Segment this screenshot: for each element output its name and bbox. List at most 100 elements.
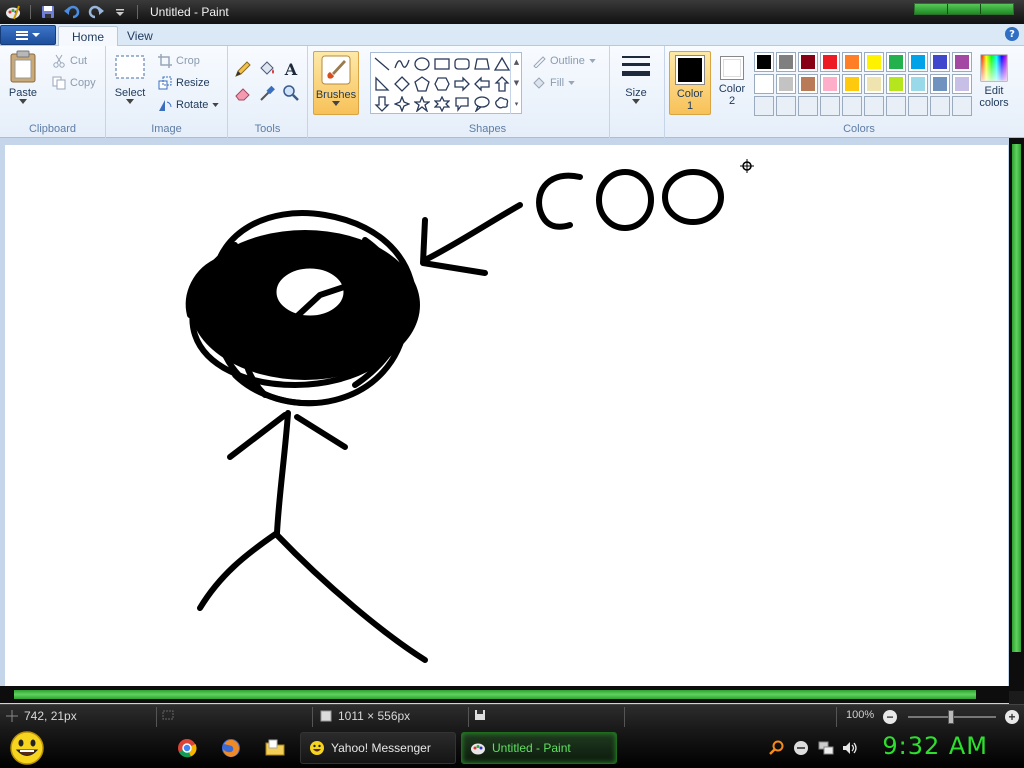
custom-color-slot[interactable] [798, 96, 818, 116]
color-swatch[interactable] [842, 74, 862, 94]
gallery-expand-icon[interactable]: ▾ [515, 100, 519, 108]
vertical-scrollbar[interactable] [1009, 138, 1024, 691]
custom-color-slot[interactable] [842, 96, 862, 116]
start-button[interactable] [8, 731, 46, 765]
triangle-shape-icon[interactable] [492, 54, 512, 74]
color-swatch[interactable] [930, 74, 950, 94]
customize-qat-icon[interactable] [111, 3, 129, 21]
magnifier-icon[interactable] [280, 82, 302, 104]
rounded-callout-shape-icon[interactable] [452, 94, 472, 114]
custom-color-slot[interactable] [820, 96, 840, 116]
outline-button[interactable]: Outline [532, 52, 596, 70]
paste-button[interactable]: Paste [8, 50, 38, 104]
pencil-icon[interactable] [232, 58, 254, 80]
horizontal-scrollbar[interactable] [0, 686, 1009, 703]
text-icon[interactable]: A [280, 58, 302, 80]
undo-icon[interactable] [63, 3, 81, 21]
color2-button[interactable]: Color 2 [714, 56, 750, 107]
right-arrow-shape-icon[interactable] [452, 74, 472, 94]
minimize-button[interactable] [915, 4, 948, 14]
zoom-slider-thumb[interactable] [948, 710, 954, 724]
scroll-down-icon[interactable]: ▼ [514, 79, 519, 87]
color-swatch[interactable] [754, 74, 774, 94]
color-swatch[interactable] [952, 74, 972, 94]
color-swatch[interactable] [886, 52, 906, 72]
color-swatch[interactable] [754, 52, 774, 72]
down-arrow-shape-icon[interactable] [372, 94, 392, 114]
color-swatch[interactable] [908, 74, 928, 94]
custom-color-slot[interactable] [864, 96, 884, 116]
rounded-rectangle-shape-icon[interactable] [452, 54, 472, 74]
fill-icon[interactable] [256, 58, 278, 80]
taskbar-clock[interactable]: 9:32 AM [882, 732, 988, 760]
color-swatch[interactable] [820, 52, 840, 72]
color-swatch[interactable] [930, 52, 950, 72]
redo-icon[interactable] [87, 3, 105, 21]
size-button[interactable]: Size [618, 50, 654, 104]
rotate-button[interactable]: Rotate [158, 96, 220, 114]
chrome-icon[interactable] [177, 738, 197, 758]
paint-app-icon[interactable] [4, 3, 22, 21]
custom-color-slot[interactable] [908, 96, 928, 116]
zoom-out-button[interactable]: − [883, 710, 897, 724]
help-icon[interactable]: ? [1005, 27, 1019, 41]
horizontal-scroll-thumb[interactable] [14, 690, 976, 699]
custom-color-slot[interactable] [776, 96, 796, 116]
right-triangle-shape-icon[interactable] [372, 74, 392, 94]
search-icon[interactable] [768, 740, 784, 756]
oval-callout-shape-icon[interactable] [472, 94, 492, 114]
close-button[interactable] [981, 4, 1013, 14]
vertical-scroll-thumb[interactable] [1012, 144, 1021, 652]
taskbar-button-yahoo-messenger[interactable]: Yahoo! Messenger [300, 732, 456, 764]
color-swatch[interactable] [798, 52, 818, 72]
cloud-callout-shape-icon[interactable] [492, 94, 512, 114]
color1-button[interactable]: Color 1 [669, 51, 711, 115]
line-shape-icon[interactable] [372, 54, 392, 74]
save-icon[interactable] [39, 3, 57, 21]
scroll-up-icon[interactable]: ▲ [514, 58, 519, 66]
drawing-canvas[interactable] [5, 145, 1008, 686]
color-swatch[interactable] [864, 52, 884, 72]
network-icon[interactable] [818, 740, 834, 756]
eraser-icon[interactable] [232, 82, 254, 104]
edit-colors-button[interactable]: Edit colors [974, 54, 1014, 109]
six-point-star-shape-icon[interactable] [432, 94, 452, 114]
paint-menu-button[interactable] [0, 25, 56, 45]
tab-home[interactable]: Home [58, 26, 119, 47]
color-swatch[interactable] [864, 74, 884, 94]
custom-color-slot[interactable] [754, 96, 774, 116]
volume-icon[interactable] [842, 740, 858, 756]
up-arrow-shape-icon[interactable] [492, 74, 512, 94]
custom-color-slot[interactable] [886, 96, 906, 116]
hexagon-shape-icon[interactable] [432, 74, 452, 94]
oval-shape-icon[interactable] [412, 54, 432, 74]
four-point-star-shape-icon[interactable] [392, 94, 412, 114]
rectangle-shape-icon[interactable] [432, 54, 452, 74]
color-swatch[interactable] [842, 52, 862, 72]
explorer-folder-icon[interactable] [265, 738, 285, 758]
resize-button[interactable]: Resize [158, 74, 210, 92]
fill-style-button[interactable]: Fill [532, 74, 575, 92]
color-swatch[interactable] [886, 74, 906, 94]
taskbar-button-paint[interactable]: Untitled - Paint [461, 732, 617, 764]
color-swatch[interactable] [776, 74, 796, 94]
brushes-button[interactable]: Brushes [313, 51, 359, 115]
firefox-icon[interactable] [221, 738, 241, 758]
shapes-scrollbar[interactable]: ▲ ▼ ▾ [510, 52, 522, 114]
color-swatch[interactable] [908, 52, 928, 72]
five-point-star-shape-icon[interactable] [412, 94, 432, 114]
maximize-button[interactable] [948, 4, 981, 14]
copy-button[interactable]: Copy [52, 74, 96, 92]
custom-color-slot[interactable] [930, 96, 950, 116]
tab-view[interactable]: View [114, 26, 166, 47]
color-picker-icon[interactable] [256, 82, 278, 104]
crop-button[interactable]: Crop [158, 52, 200, 70]
diamond-shape-icon[interactable] [392, 74, 412, 94]
color-swatch[interactable] [952, 52, 972, 72]
curve-shape-icon[interactable] [392, 54, 412, 74]
left-arrow-shape-icon[interactable] [472, 74, 492, 94]
custom-color-slot[interactable] [952, 96, 972, 116]
select-button[interactable]: Select [114, 50, 146, 104]
color-swatch[interactable] [820, 74, 840, 94]
pentagon-shape-icon[interactable] [412, 74, 432, 94]
